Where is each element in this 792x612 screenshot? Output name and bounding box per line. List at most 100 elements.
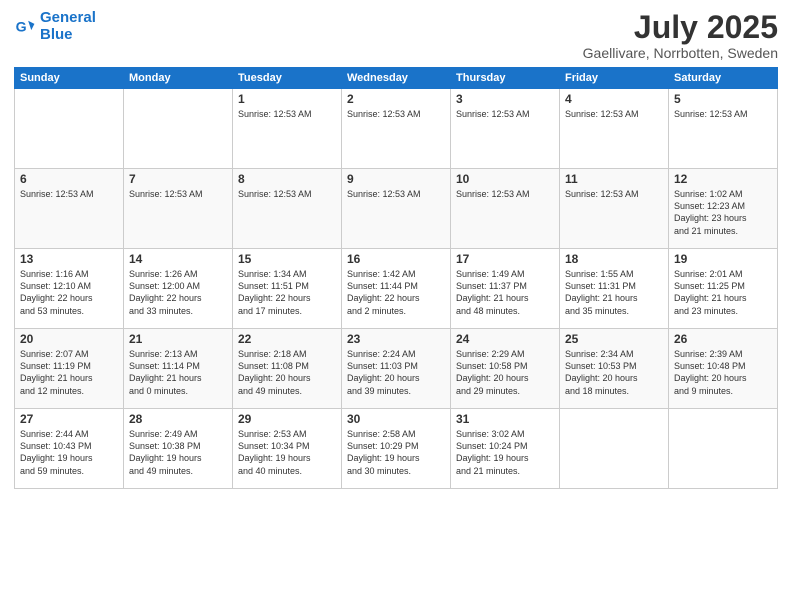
day-text: Sunrise: 1:55 AMSunset: 11:31 PMDaylight…	[565, 268, 663, 317]
day-text: Sunrise: 12:53 AM	[565, 188, 663, 200]
weekday-header-sunday: Sunday	[15, 68, 124, 89]
day-text: Sunrise: 2:01 AMSunset: 11:25 PMDaylight…	[674, 268, 772, 317]
day-cell: 4 Sunrise: 12:53 AM	[560, 89, 669, 169]
day-number: 21	[129, 332, 227, 346]
day-number: 1	[238, 92, 336, 106]
day-text: Sunrise: 12:53 AM	[565, 108, 663, 120]
day-text: Sunrise: 1:42 AMSunset: 11:44 PMDaylight…	[347, 268, 445, 317]
weekday-header-thursday: Thursday	[451, 68, 560, 89]
day-number: 17	[456, 252, 554, 266]
day-number: 31	[456, 412, 554, 426]
week-row-4: 20Sunrise: 2:07 AMSunset: 11:19 PMDaylig…	[15, 329, 778, 409]
day-number: 14	[129, 252, 227, 266]
day-cell: 5Sunrise: 12:53 AM	[669, 89, 778, 169]
day-number: 25	[565, 332, 663, 346]
day-cell: 9 Sunrise: 12:53 AM	[342, 169, 451, 249]
day-number: 13	[20, 252, 118, 266]
day-text: Sunrise: 2:07 AMSunset: 11:19 PMDaylight…	[20, 348, 118, 397]
day-number: 10	[456, 172, 554, 186]
day-number: 3	[456, 92, 554, 106]
day-text: Sunrise: 12:53 AM	[238, 188, 336, 200]
day-text: Sunrise: 2:29 AMSunset: 10:58 PMDaylight…	[456, 348, 554, 397]
day-text: Sunrise: 2:44 AMSunset: 10:43 PMDaylight…	[20, 428, 118, 477]
logo-text: General Blue	[40, 10, 96, 43]
day-cell: 11 Sunrise: 12:53 AM	[560, 169, 669, 249]
day-text: Sunrise: 12:53 AM	[20, 188, 118, 200]
day-text: Sunrise: 12:53 AM	[456, 188, 554, 200]
day-cell: 13Sunrise: 1:16 AMSunset: 12:10 AMDaylig…	[15, 249, 124, 329]
day-cell: 29Sunrise: 2:53 AMSunset: 10:34 PMDaylig…	[233, 409, 342, 489]
day-cell: 22 Sunrise: 2:18 AMSunset: 11:08 PMDaylig…	[233, 329, 342, 409]
day-text: Sunrise: 2:13 AMSunset: 11:14 PMDaylight…	[129, 348, 227, 397]
weekday-header-saturday: Saturday	[669, 68, 778, 89]
week-row-1: 1 Sunrise: 12:53 AM 2 Sunrise: 12:53 AM 3 Sun…	[15, 89, 778, 169]
logo-line1: General	[40, 9, 96, 26]
day-text: Sunrise: 12:53 AM	[347, 108, 445, 120]
day-cell: 16Sunrise: 1:42 AMSunset: 11:44 PMDaylig…	[342, 249, 451, 329]
day-number: 26	[674, 332, 772, 346]
day-number: 18	[565, 252, 663, 266]
day-text: Sunrise: 2:18 AMSunset: 11:08 PMDaylight…	[238, 348, 336, 397]
day-cell: 12 Sunrise: 1:02 AMSunset: 12:23 AMDaylig…	[669, 169, 778, 249]
week-row-2: 6Sunrise: 12:53 AM7Sunrise: 12:53 AM8Sun…	[15, 169, 778, 249]
weekday-header-monday: Monday	[124, 68, 233, 89]
day-cell: 2 Sunrise: 12:53 AM	[342, 89, 451, 169]
day-number: 11	[565, 172, 663, 186]
day-text: Sunrise: 2:39 AMSunset: 10:48 PMDaylight…	[674, 348, 772, 397]
day-cell	[560, 409, 669, 489]
header: G General Blue July 2025 Gaellivare, Nor…	[14, 10, 778, 61]
day-number: 2	[347, 92, 445, 106]
day-number: 27	[20, 412, 118, 426]
day-cell: 28Sunrise: 2:49 AMSunset: 10:38 PMDaylig…	[124, 409, 233, 489]
day-text: Sunrise: 12:53 AM	[129, 188, 227, 200]
day-cell: 21 Sunrise: 2:13 AMSunset: 11:14 PMDaylig…	[124, 329, 233, 409]
day-text: Sunrise: 1:49 AMSunset: 11:37 PMDaylight…	[456, 268, 554, 317]
logo: G General Blue	[14, 10, 96, 43]
day-cell: 27 Sunrise: 2:44 AMSunset: 10:43 PMDaylig…	[15, 409, 124, 489]
day-cell: 19 Sunrise: 2:01 AMSunset: 11:25 PMDaylig…	[669, 249, 778, 329]
day-number: 8	[238, 172, 336, 186]
day-cell: 10 Sunrise: 12:53 AM	[451, 169, 560, 249]
day-cell: 8 Sunrise: 12:53 AM	[233, 169, 342, 249]
day-cell: 15 Sunrise: 1:34 AMSunset: 11:51 PMDaylig…	[233, 249, 342, 329]
day-text: Sunrise: 12:53 AM	[456, 108, 554, 120]
day-text: Sunrise: 2:53 AMSunset: 10:34 PMDaylight…	[238, 428, 336, 477]
logo-line2: Blue	[40, 26, 73, 43]
weekday-header-friday: Friday	[560, 68, 669, 89]
day-text: Sunrise: 1:34 AMSunset: 11:51 PMDaylight…	[238, 268, 336, 317]
day-cell: 24 Sunrise: 2:29 AMSunset: 10:58 PMDaylig…	[451, 329, 560, 409]
day-number: 30	[347, 412, 445, 426]
day-text: Sunrise: 2:49 AMSunset: 10:38 PMDaylight…	[129, 428, 227, 477]
main-title: July 2025	[583, 10, 778, 45]
day-number: 4	[565, 92, 663, 106]
day-text: Sunrise: 1:26 AMSunset: 12:00 AMDaylight…	[129, 268, 227, 317]
weekday-header-wednesday: Wednesday	[342, 68, 451, 89]
day-number: 12	[674, 172, 772, 186]
week-row-5: 27 Sunrise: 2:44 AMSunset: 10:43 PMDaylig…	[15, 409, 778, 489]
day-cell: 25 Sunrise: 2:34 AMSunset: 10:53 PMDaylig…	[560, 329, 669, 409]
day-cell	[15, 89, 124, 169]
day-text: Sunrise: 3:02 AMSunset: 10:24 PMDaylight…	[456, 428, 554, 477]
day-cell: 26 Sunrise: 2:39 AMSunset: 10:48 PMDaylig…	[669, 329, 778, 409]
day-number: 24	[456, 332, 554, 346]
day-number: 19	[674, 252, 772, 266]
day-text: Sunrise: 12:53 AM	[347, 188, 445, 200]
day-text: Sunrise: 1:02 AMSunset: 12:23 AMDaylight…	[674, 188, 772, 237]
day-number: 23	[347, 332, 445, 346]
day-number: 22	[238, 332, 336, 346]
day-number: 9	[347, 172, 445, 186]
day-cell: 3 Sunrise: 12:53 AM	[451, 89, 560, 169]
day-cell: 7Sunrise: 12:53 AM	[124, 169, 233, 249]
day-cell: 18 Sunrise: 1:55 AMSunset: 11:31 PMDaylig…	[560, 249, 669, 329]
svg-text:G: G	[16, 18, 27, 34]
day-number: 15	[238, 252, 336, 266]
weekday-header-tuesday: Tuesday	[233, 68, 342, 89]
day-number: 6	[20, 172, 118, 186]
day-cell: 31 Sunrise: 3:02 AMSunset: 10:24 PMDaylig…	[451, 409, 560, 489]
day-cell: 30Sunrise: 2:58 AMSunset: 10:29 PMDaylig…	[342, 409, 451, 489]
day-text: Sunrise: 12:53 AM	[674, 108, 772, 120]
day-cell: 23Sunrise: 2:24 AMSunset: 11:03 PMDaylig…	[342, 329, 451, 409]
day-cell: 14 Sunrise: 1:26 AMSunset: 12:00 AMDaylig…	[124, 249, 233, 329]
calendar-table: SundayMondayTuesdayWednesdayThursdayFrid…	[14, 67, 778, 489]
day-text: Sunrise: 2:34 AMSunset: 10:53 PMDaylight…	[565, 348, 663, 397]
